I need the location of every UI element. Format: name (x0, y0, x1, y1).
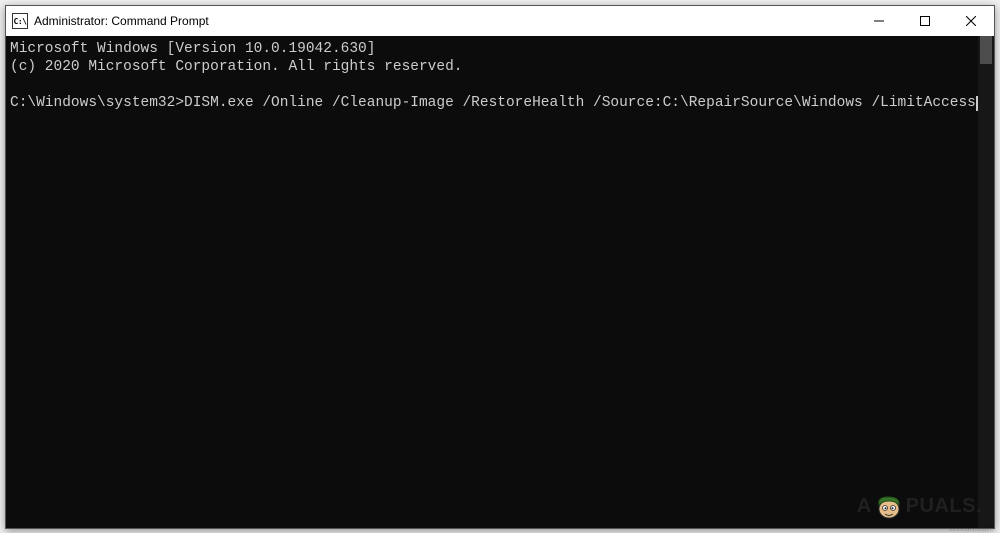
close-button[interactable] (948, 6, 994, 36)
terminal-output[interactable]: Microsoft Windows [Version 10.0.19042.63… (6, 36, 978, 528)
prompt-text: C:\Windows\system32> (10, 95, 184, 111)
titlebar[interactable]: C:\ Administrator: Command Prompt (6, 6, 994, 36)
mascot-icon (874, 491, 904, 521)
watermark-suffix: PUALS. (906, 495, 982, 518)
command-text: DISM.exe /Online /Cleanup-Image /Restore… (184, 95, 976, 111)
command-prompt-window: C:\ Administrator: Command Prompt Micros… (5, 5, 995, 529)
version-line: Microsoft Windows [Version 10.0.19042.63… (10, 41, 375, 57)
copyright-line: (c) 2020 Microsoft Corporation. All righ… (10, 59, 462, 75)
window-title: Administrator: Command Prompt (34, 14, 209, 28)
maximize-button[interactable] (902, 6, 948, 36)
source-note: wsxdn.com (949, 523, 994, 533)
watermark-logo: A PUALS. (857, 491, 982, 521)
cmd-icon: C:\ (12, 13, 28, 29)
minimize-button[interactable] (856, 6, 902, 36)
vertical-scrollbar[interactable] (978, 36, 994, 528)
watermark-prefix: A (857, 495, 872, 518)
scrollbar-thumb[interactable] (980, 36, 992, 64)
terminal-area: Microsoft Windows [Version 10.0.19042.63… (6, 36, 994, 528)
